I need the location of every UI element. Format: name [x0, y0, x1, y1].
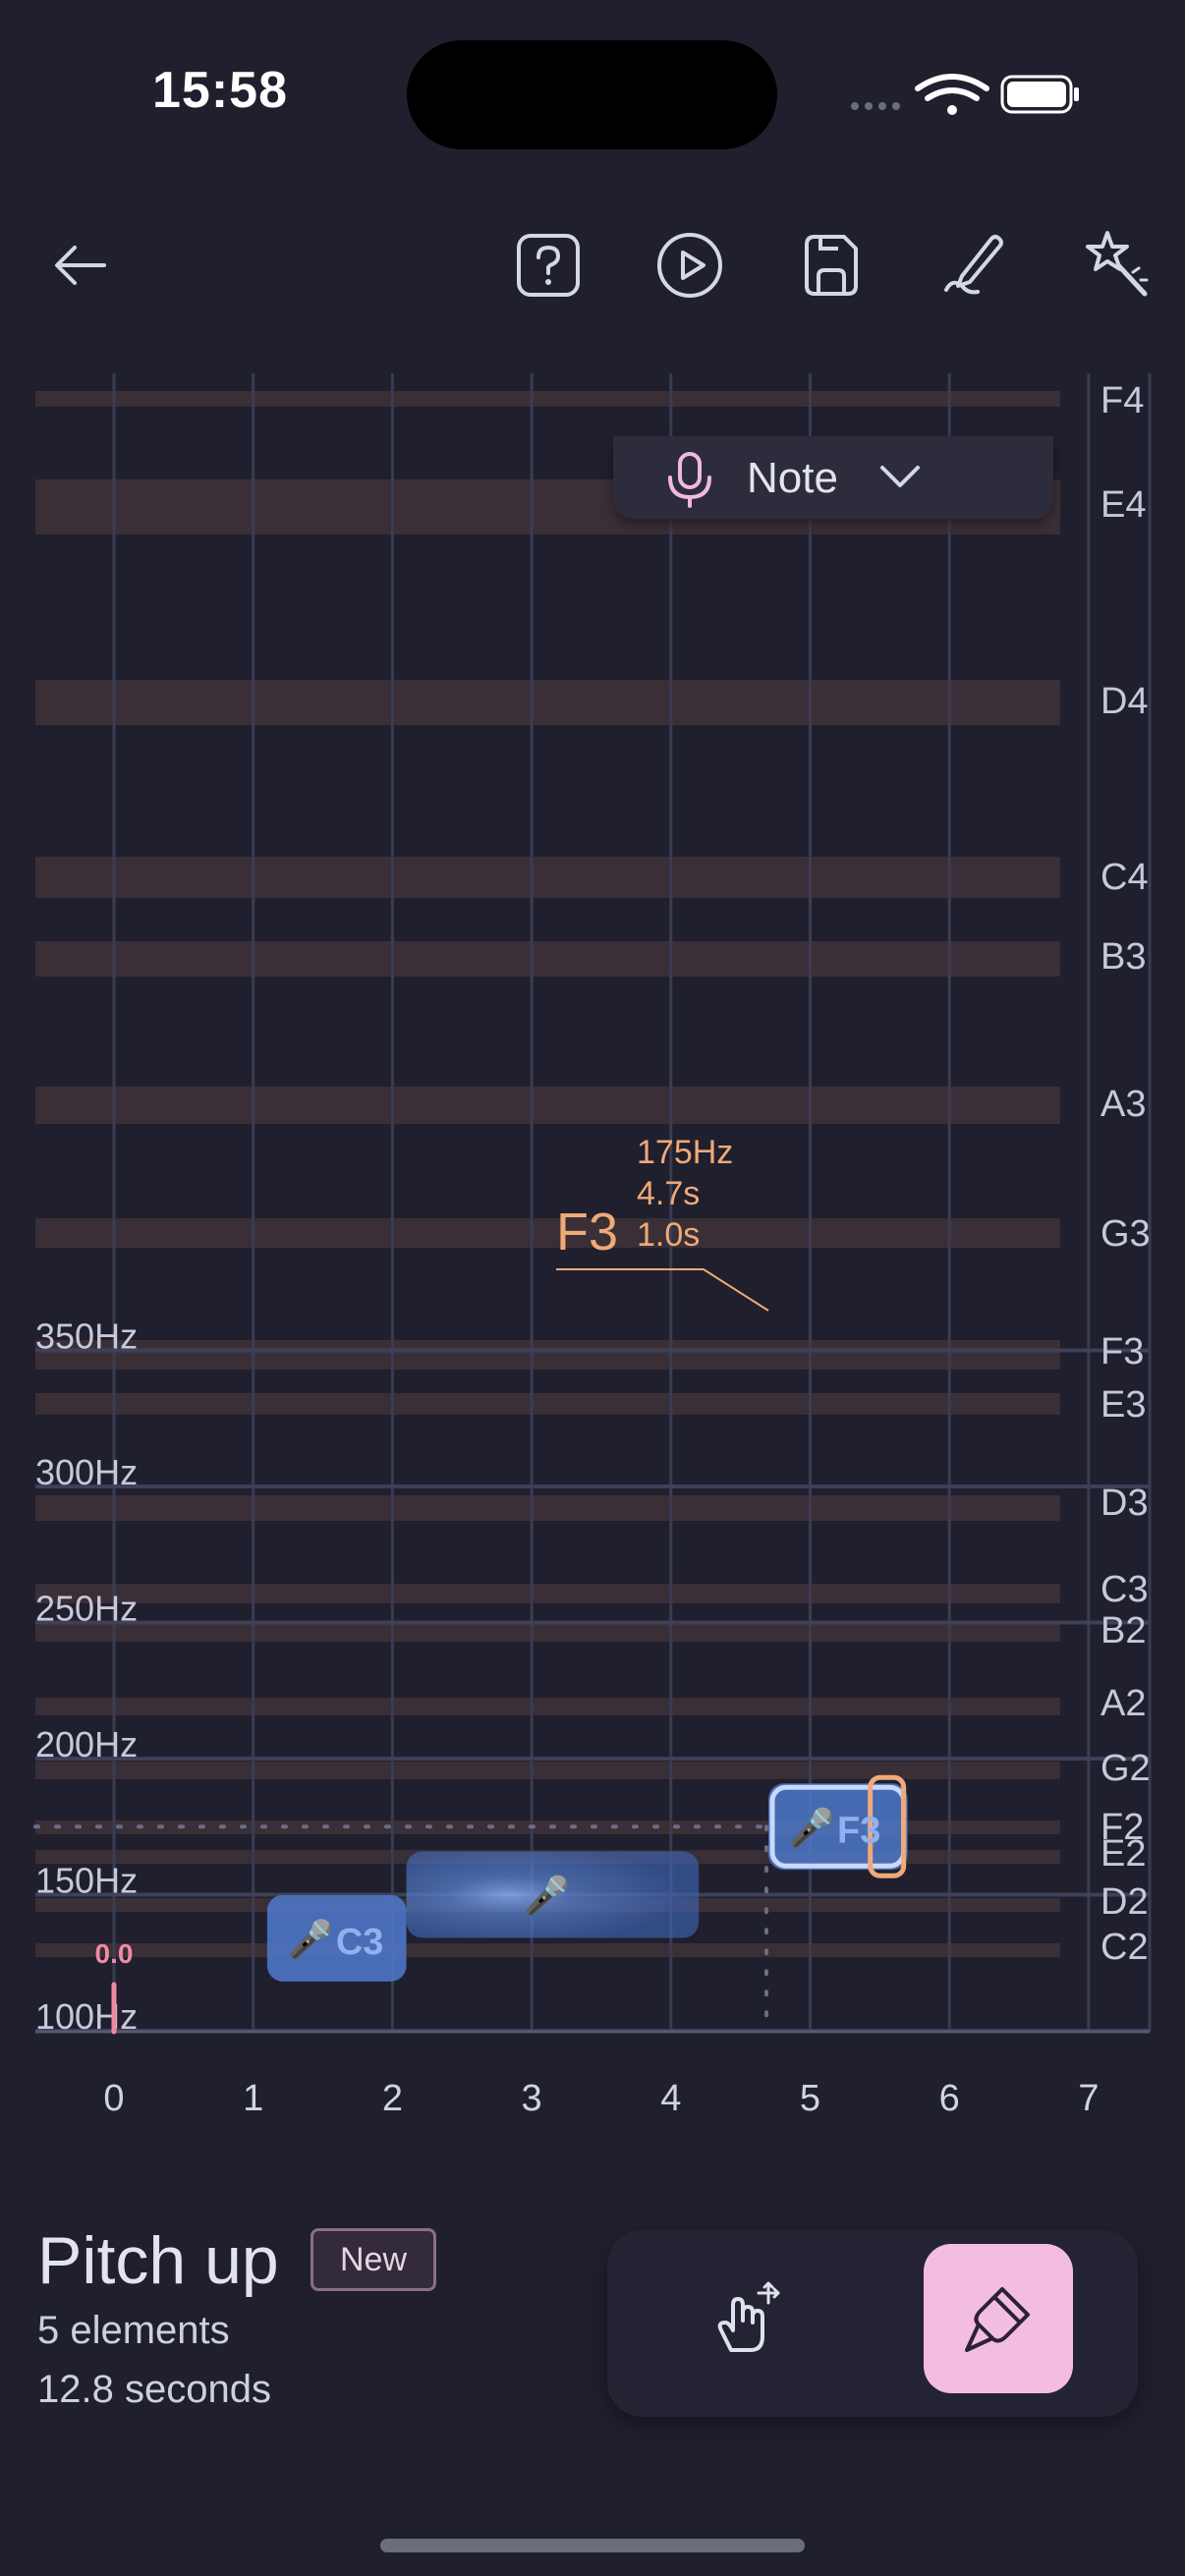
- note-label: F4: [1100, 380, 1144, 421]
- note-band: [35, 857, 1060, 898]
- selected-note-name: F3: [556, 1203, 618, 1261]
- x-axis-labels: 0 1 2 3 4 5 6 7: [103, 2078, 1099, 2119]
- save-icon: [805, 235, 858, 296]
- signal-icon: [851, 102, 900, 110]
- note-band: [35, 1622, 1060, 1642]
- x-tick-label: 4: [660, 2078, 681, 2119]
- arrow-left-icon: [55, 246, 106, 285]
- magic-wand-icon: [1086, 231, 1149, 297]
- note-label: B2: [1100, 1610, 1146, 1652]
- note-band: [35, 1762, 1060, 1779]
- note-label: F3: [1100, 1331, 1144, 1372]
- status-time: 15:58: [152, 62, 288, 119]
- note-bands: [35, 391, 1060, 1957]
- note-band: [35, 680, 1060, 725]
- note-label: A2: [1100, 1683, 1146, 1724]
- hz-label: 100Hz: [35, 1996, 138, 2037]
- x-tick-label: 1: [243, 2078, 263, 2119]
- dynamic-island: [407, 40, 777, 149]
- pitch-editor-screen: 15:58 350Hz 300Hz 250Hz 200Hz 150Hz 100H…: [0, 0, 1185, 2576]
- note-band: [35, 1584, 1060, 1603]
- hand-move-icon: [717, 2281, 780, 2352]
- note-name: F3: [837, 1810, 880, 1851]
- hz-label: 350Hz: [35, 1316, 138, 1357]
- microphone-icon: 🎤: [287, 1917, 333, 1961]
- hz-labels: 350Hz 300Hz 250Hz 200Hz 150Hz 100Hz: [35, 1316, 138, 2038]
- note-band: [35, 1393, 1060, 1415]
- edit-button[interactable]: [933, 224, 1016, 307]
- note-block[interactable]: 🎤 F3: [767, 1774, 908, 1878]
- note-band: [35, 1218, 1060, 1248]
- project-title: Pitch up: [37, 2223, 279, 2298]
- note-label: G2: [1100, 1748, 1151, 1789]
- note-label: G3: [1100, 1213, 1151, 1255]
- note-block[interactable]: 🎤: [406, 1851, 700, 1938]
- note-mode-label: Note: [747, 454, 838, 502]
- selection-leader-line: [556, 1268, 769, 1312]
- selected-note-duration: 1.0s: [637, 1216, 700, 1254]
- note-label: E2: [1100, 1833, 1146, 1875]
- hz-label: 150Hz: [35, 1861, 138, 1901]
- note-label: D3: [1100, 1483, 1149, 1524]
- hz-label: 200Hz: [35, 1724, 138, 1764]
- playhead-label: 0.0: [95, 1938, 134, 1969]
- note-label: D4: [1100, 681, 1149, 722]
- note-band: [35, 1087, 1060, 1124]
- help-icon: [517, 234, 580, 297]
- magic-button[interactable]: [1077, 224, 1159, 307]
- microphone-icon: 🎤: [524, 1874, 570, 1918]
- microphone-icon: 🎤: [788, 1805, 834, 1849]
- element-count: 5 elements: [37, 2309, 230, 2352]
- x-tick-label: 3: [522, 2078, 542, 2119]
- note-band: [35, 1495, 1060, 1521]
- note-label: C3: [1100, 1569, 1149, 1610]
- selected-note-start: 4.7s: [637, 1175, 700, 1212]
- note-band: [35, 941, 1060, 977]
- note-label: E4: [1100, 484, 1146, 526]
- time-grid: [112, 373, 1152, 2032]
- selected-note-hz: 175Hz: [637, 1134, 733, 1171]
- status-icons: [851, 74, 1079, 115]
- note-label: C4: [1100, 857, 1149, 898]
- note-band: [35, 1340, 1060, 1370]
- note-label: E3: [1100, 1384, 1146, 1426]
- battery-icon: [1000, 75, 1079, 114]
- chevron-down-icon: [880, 466, 920, 487]
- x-tick-label: 7: [1078, 2078, 1099, 2119]
- note-band: [35, 1698, 1060, 1715]
- note-band: [35, 1943, 1060, 1957]
- note-band: [35, 391, 1060, 407]
- note-name: C3: [336, 1922, 384, 1963]
- help-button[interactable]: [507, 224, 590, 307]
- x-tick-label: 0: [103, 2078, 124, 2119]
- save-button[interactable]: [790, 224, 873, 307]
- note-block[interactable]: 🎤 C3: [266, 1894, 407, 1982]
- note-label: D2: [1100, 1881, 1149, 1923]
- note-label: A3: [1100, 1084, 1146, 1125]
- note-mode-selector[interactable]: Note: [613, 436, 1053, 519]
- home-indicator: [380, 2539, 805, 2552]
- back-button[interactable]: [39, 224, 122, 307]
- pitch-chart[interactable]: 350Hz 300Hz 250Hz 200Hz 150Hz 100Hz F4 E4 D4 C4 B…: [0, 373, 1185, 2142]
- play-icon: [657, 233, 722, 298]
- project-duration: 12.8 seconds: [37, 2368, 271, 2411]
- wifi-icon: [915, 74, 989, 115]
- x-tick-label: 5: [800, 2078, 820, 2119]
- x-tick-label: 2: [382, 2078, 403, 2119]
- edit-pen-icon: [944, 235, 1003, 295]
- hz-label: 250Hz: [35, 1589, 138, 1629]
- select-mode-button[interactable]: [670, 2244, 819, 2393]
- note-labels: F4E4D4C4B3A3G3F3E3D3C3B2A2G2F2E2D2C2: [1100, 380, 1151, 1968]
- x-tick-label: 6: [939, 2078, 960, 2119]
- note-label: C2: [1100, 1927, 1149, 1968]
- note-label: B3: [1100, 936, 1146, 978]
- hz-label: 300Hz: [35, 1452, 138, 1492]
- play-button[interactable]: [649, 224, 731, 307]
- brush-icon: [965, 2287, 1030, 2352]
- status-badge: New: [310, 2228, 436, 2291]
- microphone-icon: [668, 452, 711, 508]
- brush-mode-button[interactable]: [924, 2244, 1073, 2393]
